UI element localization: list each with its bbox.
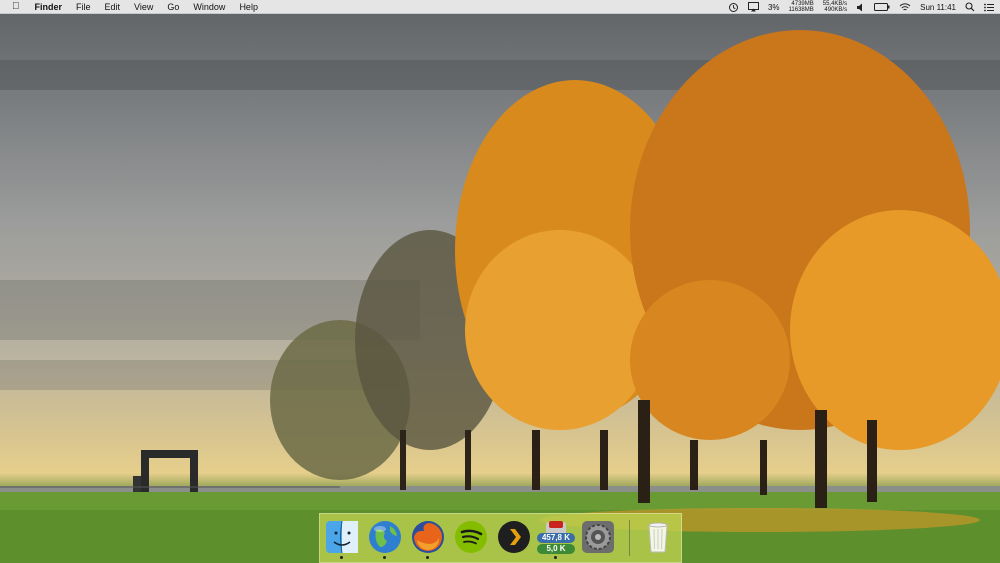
autumn-park-scene xyxy=(0,30,1000,563)
menu-app-finder[interactable]: Finder xyxy=(28,0,70,14)
plex-icon xyxy=(498,521,530,553)
menu-bar:  Finder File Edit View Go Window Help 3… xyxy=(0,0,1000,14)
dock-item-finder[interactable] xyxy=(325,520,359,559)
network-stats[interactable]: 55,4KB/s 490KB/s xyxy=(823,1,847,13)
dock-item-firefox[interactable] xyxy=(411,520,445,559)
dock-item-trash[interactable] xyxy=(641,520,675,554)
dock: 457,8 K 5,0 K xyxy=(319,513,682,563)
volume-icon[interactable] xyxy=(856,3,865,12)
upload-speed-badge: 5,0 K xyxy=(546,544,566,553)
dock-item-transmission[interactable]: 457,8 K 5,0 K xyxy=(536,520,576,559)
time-machine-icon[interactable] xyxy=(728,2,739,13)
running-indicator xyxy=(554,556,557,559)
globe-icon xyxy=(369,521,401,553)
airplay-icon[interactable] xyxy=(747,2,759,12)
notification-center-icon[interactable] xyxy=(984,3,994,12)
gear-icon xyxy=(582,521,614,553)
menu-go[interactable]: Go xyxy=(160,0,186,14)
desktop-wallpaper xyxy=(0,0,1000,563)
dock-item-network[interactable] xyxy=(368,520,402,559)
running-indicator xyxy=(426,556,429,559)
menu-file[interactable]: File xyxy=(69,0,98,14)
running-indicator xyxy=(340,556,343,559)
memory-stats[interactable]: 4739MB 11638MB xyxy=(789,1,814,13)
menu-help[interactable]: Help xyxy=(232,0,265,14)
battery-icon[interactable] xyxy=(874,3,890,11)
dock-item-plex[interactable] xyxy=(497,520,531,554)
clock[interactable]: Sun 11:41 xyxy=(920,3,956,12)
firefox-icon xyxy=(412,521,444,553)
apple-menu-icon[interactable]:  xyxy=(0,1,28,12)
spotlight-search-icon[interactable] xyxy=(965,2,975,12)
wifi-icon[interactable] xyxy=(899,2,911,12)
spotify-icon xyxy=(455,521,487,553)
dock-item-spotify[interactable] xyxy=(454,520,488,554)
menu-view[interactable]: View xyxy=(127,0,160,14)
dock-separator xyxy=(629,520,630,556)
dock-item-system-preferences[interactable] xyxy=(581,520,615,554)
menu-edit[interactable]: Edit xyxy=(98,0,128,14)
download-speed-badge: 457,8 K xyxy=(541,533,571,542)
menu-window[interactable]: Window xyxy=(186,0,232,14)
battery-percent[interactable]: 3% xyxy=(768,3,780,12)
running-indicator xyxy=(383,556,386,559)
trash-icon xyxy=(648,522,668,553)
finder-icon xyxy=(326,520,358,554)
network-up: 490KB/s xyxy=(824,7,848,13)
memory-total: 11638MB xyxy=(788,7,814,13)
